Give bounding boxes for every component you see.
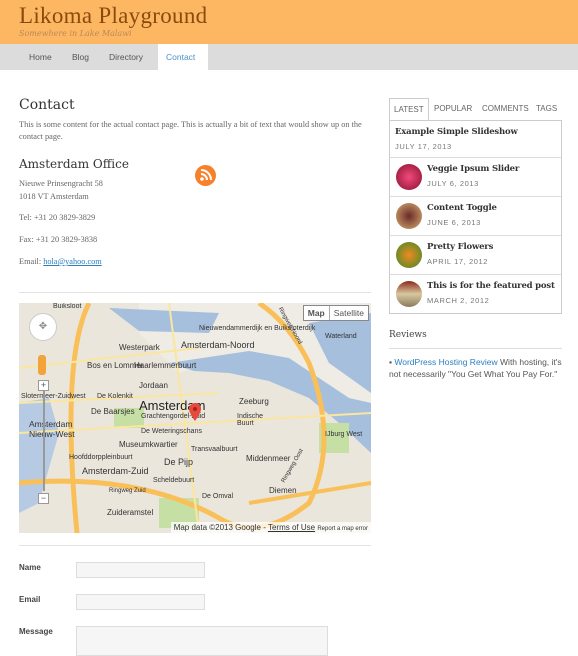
post-thumbnail[interactable] bbox=[396, 203, 422, 229]
fax: Fax: +31 20 3829-3838 bbox=[19, 235, 98, 244]
rss-icon[interactable] bbox=[195, 165, 216, 186]
email-label: Email: bbox=[19, 257, 44, 266]
post-date: JUNE 6, 2013 bbox=[427, 218, 481, 227]
map-label: Westerpark bbox=[119, 343, 160, 352]
map-attribution: Map data ©2013 Google - Terms of Use Rep… bbox=[170, 522, 371, 533]
zoom-out-icon[interactable]: − bbox=[38, 493, 49, 504]
site-tagline: Somewhere in Lake Malawi bbox=[19, 29, 132, 38]
post-date: JULY 6, 2013 bbox=[427, 179, 479, 188]
map-label: Museumkwartier bbox=[119, 440, 178, 449]
map-data-text: Map data ©2013 Google - bbox=[173, 523, 268, 532]
map-label: Hoofddorppleinbuurt bbox=[69, 454, 133, 461]
street-view-pegman-icon[interactable] bbox=[38, 355, 46, 375]
nav-contact[interactable]: Contact bbox=[158, 44, 208, 70]
map-label: Bos en Lommer bbox=[87, 361, 144, 370]
page-title: Contact bbox=[19, 97, 75, 113]
map-type-map-button[interactable]: Map bbox=[304, 306, 330, 320]
tab-popular[interactable]: POPULAR bbox=[430, 98, 476, 120]
map-label: Middenmeer bbox=[246, 454, 291, 463]
divider bbox=[19, 545, 371, 546]
latest-posts-list: Example Simple Slideshow JULY 17, 2013 V… bbox=[389, 120, 562, 314]
reviews-heading: Reviews bbox=[389, 330, 427, 340]
tab-tags[interactable]: TAGS bbox=[532, 98, 561, 120]
office-title: Amsterdam Office bbox=[19, 157, 129, 171]
tab-comments[interactable]: COMMENTS bbox=[478, 98, 533, 120]
map-label: Ringweg Zuid bbox=[109, 488, 146, 494]
site-title[interactable]: Likoma Playground bbox=[19, 3, 207, 29]
address-line2: 1018 VT Amsterdam bbox=[19, 192, 89, 201]
map-label: Slotermeer-Zuidwest bbox=[21, 393, 86, 400]
post-thumbnail[interactable] bbox=[396, 281, 422, 307]
list-item[interactable]: Veggie Ipsum Slider JULY 6, 2013 bbox=[390, 158, 561, 197]
zoom-in-icon[interactable]: + bbox=[38, 380, 49, 391]
post-title[interactable]: This is for the featured post bbox=[427, 281, 555, 291]
post-date: JULY 17, 2013 bbox=[395, 142, 452, 151]
post-title[interactable]: Content Toggle bbox=[427, 203, 497, 213]
name-label: Name bbox=[19, 563, 41, 572]
post-title[interactable]: Example Simple Slideshow bbox=[395, 127, 518, 137]
map-type-satellite-button[interactable]: Satellite bbox=[330, 306, 368, 320]
email-input[interactable] bbox=[76, 594, 205, 610]
map-label: De Kolenkit bbox=[97, 393, 133, 400]
list-item[interactable]: Content Toggle JUNE 6, 2013 bbox=[390, 197, 561, 236]
map-label: Amsterdam Nieuw-West bbox=[29, 419, 75, 439]
nav-directory[interactable]: Directory bbox=[99, 44, 153, 70]
post-date: MARCH 2, 2012 bbox=[427, 296, 490, 305]
email-label: Email bbox=[19, 595, 41, 604]
map-label: Jordaan bbox=[139, 381, 168, 390]
map-label: De Weteringschans bbox=[141, 428, 202, 435]
nav-blog[interactable]: Blog bbox=[62, 44, 99, 70]
review-link[interactable]: WordPress Hosting Review bbox=[394, 357, 497, 367]
zoom-slider[interactable] bbox=[43, 391, 45, 491]
map-marker-icon[interactable] bbox=[189, 403, 201, 421]
map-label: Nieuwendammerdijk en Buiksloterdijk bbox=[199, 325, 316, 332]
post-title[interactable]: Pretty Flowers bbox=[427, 242, 493, 252]
map-label: Amsterdam-Noord bbox=[181, 340, 255, 350]
name-input[interactable] bbox=[76, 562, 205, 578]
email-line: Email: hola@yahoo.com bbox=[19, 256, 102, 268]
map-label: De Omval bbox=[202, 493, 234, 500]
tel: Tel: +31 20 3829-3829 bbox=[19, 213, 96, 222]
intro-text: This is some content for the actual cont… bbox=[19, 120, 362, 141]
map-label: Amsterdam-Zuid bbox=[82, 466, 149, 476]
review-item: ▪ WordPress Hosting Review With hosting,… bbox=[389, 356, 564, 380]
map-label: Scheldebuurt bbox=[153, 477, 195, 484]
email-link[interactable]: hola@yahoo.com bbox=[43, 257, 102, 266]
post-thumbnail[interactable] bbox=[396, 164, 422, 190]
map-pan-control-icon[interactable]: ✥ bbox=[29, 313, 57, 341]
map-label: De Pijp bbox=[164, 457, 194, 467]
map-label: Transvaalbuurt bbox=[191, 446, 238, 453]
map-label: Zeeburg bbox=[239, 397, 269, 406]
divider bbox=[19, 292, 371, 293]
list-item[interactable]: This is for the featured post MARCH 2, 2… bbox=[390, 275, 561, 313]
nav-home[interactable]: Home bbox=[19, 44, 62, 70]
message-textarea[interactable] bbox=[76, 626, 328, 656]
post-title[interactable]: Veggie Ipsum Slider bbox=[427, 164, 519, 174]
map-label: Waterland bbox=[325, 333, 357, 340]
map-label: Indische Buurt bbox=[237, 413, 264, 427]
main-nav: Home Blog Directory Contact bbox=[0, 44, 578, 70]
map-label: Buiksloot bbox=[53, 303, 82, 310]
post-thumbnail[interactable] bbox=[396, 242, 422, 268]
map-label: De Baarsjes bbox=[91, 407, 135, 416]
tab-latest[interactable]: LATEST bbox=[389, 98, 429, 120]
terms-of-use-link[interactable]: Terms of Use bbox=[268, 523, 315, 532]
report-map-error-link[interactable]: Report a map error bbox=[317, 526, 368, 532]
sidebar-tabs: LATEST POPULAR COMMENTS TAGS bbox=[389, 98, 562, 120]
map-label: IJburg West bbox=[325, 431, 363, 438]
list-item[interactable]: Example Simple Slideshow JULY 17, 2013 bbox=[390, 121, 561, 158]
map-label: Zuideramstel bbox=[107, 508, 154, 517]
map-label: Diemen bbox=[269, 486, 297, 495]
divider bbox=[389, 348, 562, 349]
google-map[interactable]: Westerpark Amsterdam-Noord Nieuwendammer… bbox=[19, 303, 371, 533]
message-label: Message bbox=[19, 627, 53, 636]
address-line1: Nieuwe Prinsengracht 58 bbox=[19, 179, 103, 188]
list-item[interactable]: Pretty Flowers APRIL 17, 2012 bbox=[390, 236, 561, 275]
post-date: APRIL 17, 2012 bbox=[427, 257, 489, 266]
